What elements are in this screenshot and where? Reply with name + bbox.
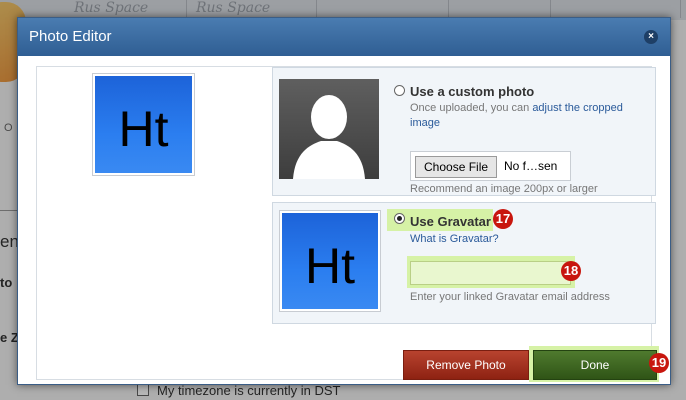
custom-photo-title: Use a custom photo — [410, 84, 535, 99]
gravatar-email-input[interactable] — [410, 261, 571, 285]
done-button[interactable]: Done — [533, 350, 657, 380]
gravatar-email-hint: Enter your linked Gravatar email address — [410, 291, 610, 303]
ht-logo-icon: Ht — [118, 101, 169, 157]
photo-editor-dialog: Photo Editor × Ht Use a custom photo Onc… — [17, 17, 671, 385]
step-badge-19: 19 — [649, 353, 669, 373]
dialog-titlebar: Photo Editor × — [18, 18, 670, 56]
recommend-size-hint: Recommend an image 200px or larger — [410, 183, 598, 195]
what-is-gravatar-link[interactable]: What is Gravatar? — [410, 232, 499, 247]
gravatar-radio[interactable] — [394, 213, 405, 224]
choose-file-button[interactable]: Choose File — [415, 156, 498, 178]
remove-photo-button[interactable]: Remove Photo — [403, 350, 529, 380]
step-badge-18: 18 — [561, 261, 581, 281]
file-upload-field[interactable]: Choose File No f…sen — [410, 151, 571, 181]
what-is-gravatar-text[interactable]: What is Gravatar? — [410, 233, 499, 245]
custom-photo-description: Once uploaded, you can adjust the croppe… — [410, 101, 650, 131]
gravatar-title: Use Gravatar — [410, 214, 491, 229]
dialog-body: Ht Use a custom photo Once uploaded, you… — [36, 66, 669, 382]
dialog-title: Photo Editor — [29, 28, 112, 45]
person-silhouette-icon — [279, 79, 379, 179]
custom-photo-radio[interactable] — [394, 85, 405, 96]
gravatar-preview: Ht — [279, 210, 381, 312]
custom-photo-desc-text: Once uploaded, you can — [410, 102, 533, 114]
current-photo-preview: Ht — [92, 73, 195, 176]
file-status-text: No f…sen — [504, 159, 558, 173]
close-icon[interactable]: × — [644, 30, 658, 44]
step-badge-17: 17 — [493, 209, 513, 229]
ht-logo-icon: Ht — [305, 238, 355, 294]
custom-photo-option: Use a custom photo Once uploaded, you ca… — [272, 67, 656, 196]
gravatar-option: Ht Use Gravatar 17 What is Gravatar? 18 … — [272, 202, 656, 324]
